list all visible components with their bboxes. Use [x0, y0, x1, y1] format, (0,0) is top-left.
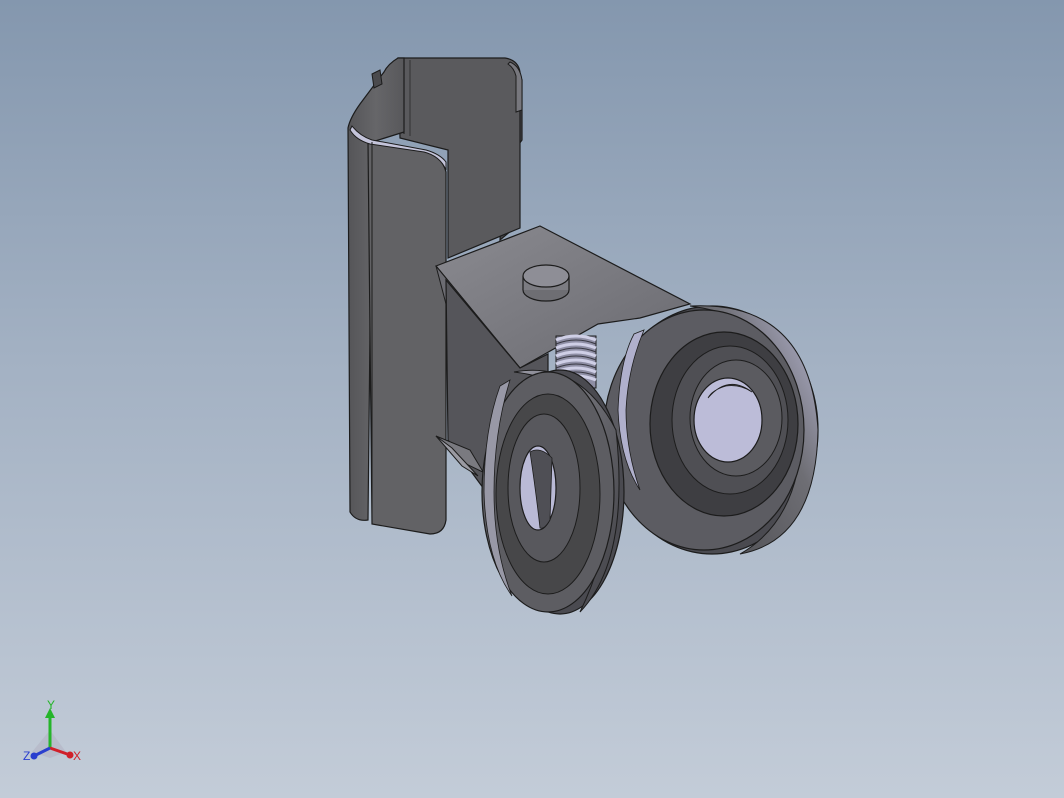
rear-wheel[interactable] [603, 305, 819, 555]
graphics-viewport[interactable]: Y X Z [0, 0, 1064, 798]
pivot-pin[interactable] [522, 264, 570, 302]
view-orientation-triad[interactable]: Y X Z [14, 700, 94, 780]
front-wheel[interactable] [481, 369, 625, 615]
y-axis-label: Y [47, 700, 55, 712]
x-axis-label: X [73, 749, 81, 763]
z-arrowhead-icon [30, 752, 38, 760]
roller-hanger-model[interactable] [0, 0, 1064, 798]
z-axis-label: Z [23, 749, 30, 763]
